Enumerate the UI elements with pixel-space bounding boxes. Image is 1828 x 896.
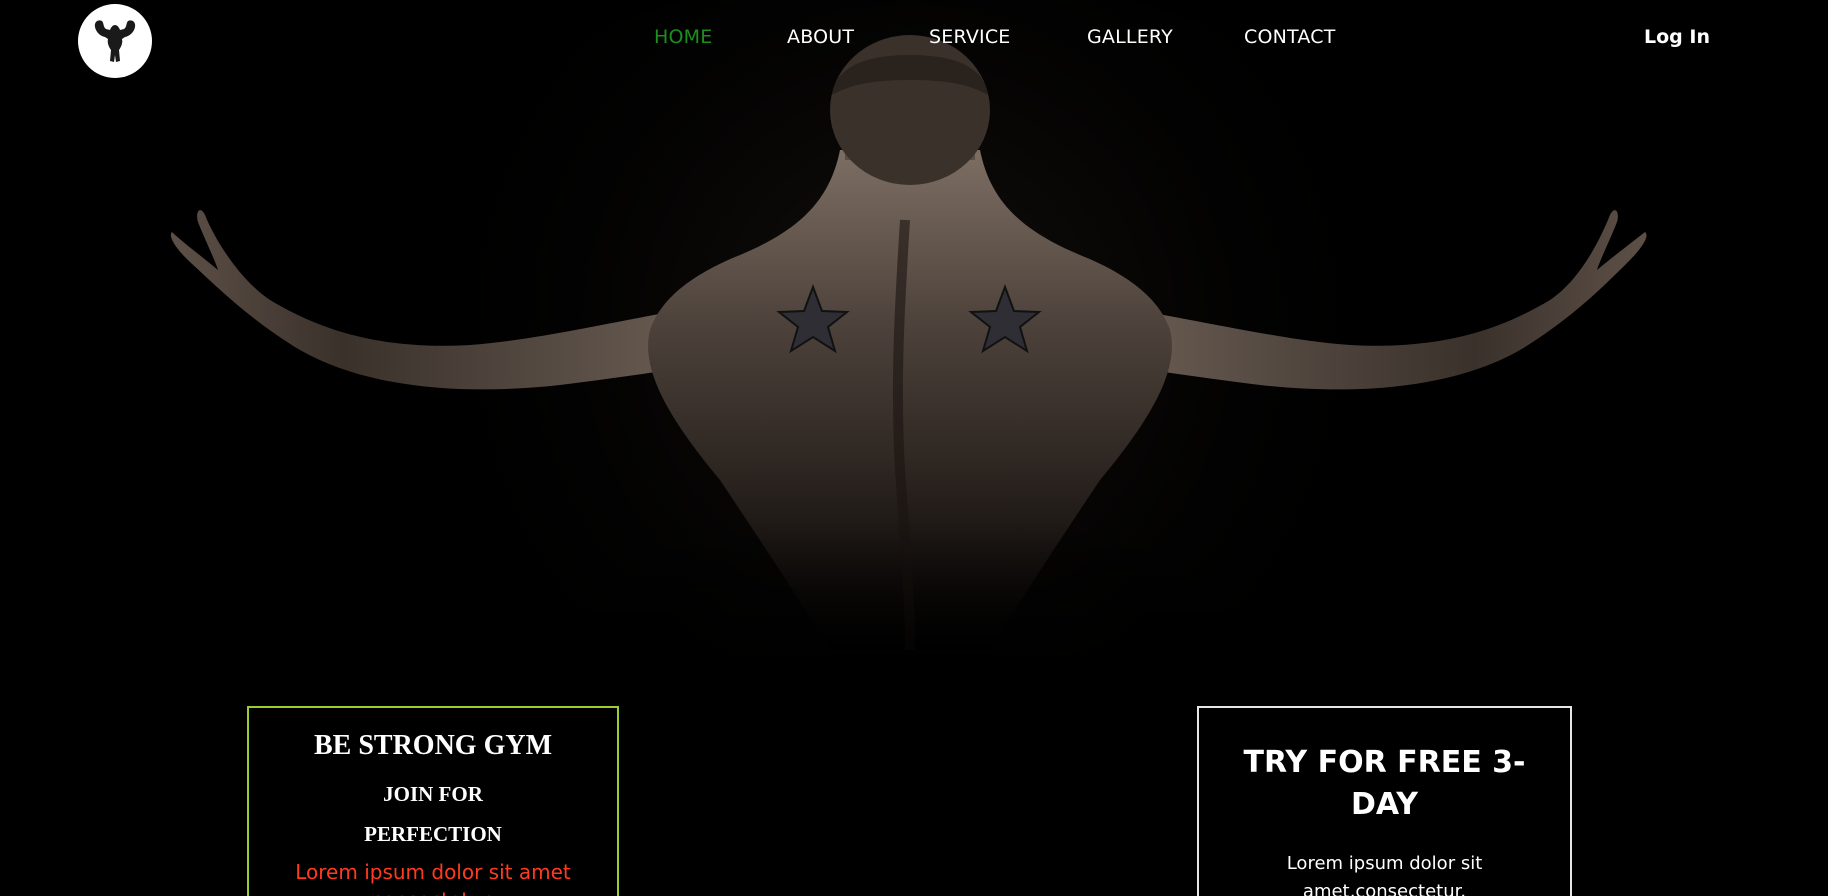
nav-home[interactable]: HOME (654, 26, 712, 48)
card-subtitle: JOIN FOR PERFECTION (364, 782, 502, 846)
nav-service[interactable]: SERVICE (929, 26, 1011, 48)
trial-text: Lorem ipsum dolor sit amet,consectetur. (1286, 853, 1483, 896)
login-link[interactable]: Log In (1644, 26, 1710, 48)
trial-title: TRY FOR FREE 3-DAY (1243, 745, 1526, 822)
nav-gallery[interactable]: GALLERY (1087, 26, 1173, 48)
card-text: Lorem ipsum dolor sit amet consectetur. (295, 860, 571, 896)
card-title: BE STRONG GYM (313, 730, 553, 761)
nav-contact[interactable]: CONTACT (1244, 26, 1336, 48)
main-nav: HOME ABOUT SERVICE GALLERY CONTACT (0, 26, 1828, 56)
gym-landing-page: HOME ABOUT SERVICE GALLERY CONTACT Log I… (0, 0, 1828, 896)
nav-about[interactable]: ABOUT (787, 26, 854, 48)
gym-intro-card: BE STRONG GYM JOIN FOR PERFECTION Lorem … (247, 706, 619, 896)
free-trial-card[interactable]: TRY FOR FREE 3-DAY Lorem ipsum dolor sit… (1197, 706, 1572, 896)
